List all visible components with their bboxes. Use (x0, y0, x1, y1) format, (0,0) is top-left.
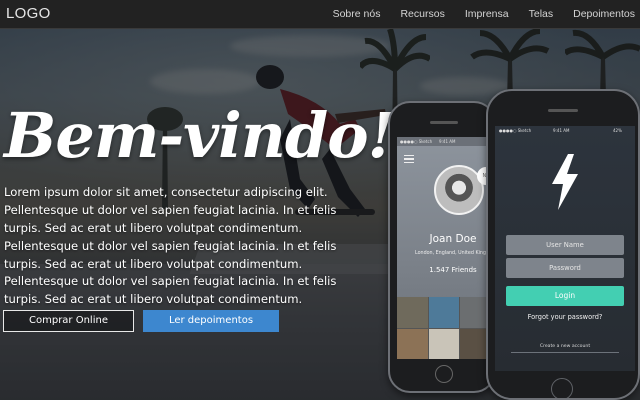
read-testimonials-button[interactable]: Ler depoimentos (143, 310, 279, 332)
create-account-link[interactable]: Create a new account (495, 344, 635, 349)
profile-name: Joan Doe (429, 233, 477, 245)
status-bar: ●●●●○ Sketch 9:41 AM (397, 137, 491, 146)
nav-link-sobre-nos[interactable]: Sobre nós (333, 8, 381, 20)
buy-online-button[interactable]: Comprar Online (3, 310, 134, 332)
login-button[interactable]: Login (506, 286, 624, 306)
nav-link-depoimentos[interactable]: Depoimentos (573, 8, 635, 20)
photo-thumbnail[interactable] (428, 328, 460, 359)
logo[interactable]: LOGO (6, 5, 51, 22)
profile-location: London, England, United Kingdom (415, 251, 491, 256)
photo-thumbnail[interactable] (397, 328, 428, 359)
hero-headline: Bem-vindo! (4, 99, 395, 172)
nav-link-telas[interactable]: Telas (529, 8, 554, 20)
nav-link-imprensa[interactable]: Imprensa (465, 8, 509, 20)
nav-links: Sobre nós Recursos Imprensa Telas Depoim… (313, 8, 635, 20)
hamburger-icon[interactable] (404, 155, 414, 163)
status-bar: ●●●●○ Sketch 9:41 AM 42% (495, 126, 635, 135)
status-time: 9:41 AM (553, 128, 570, 133)
status-time: 9:41 AM (439, 139, 456, 144)
username-field[interactable]: User Name (506, 235, 624, 255)
profile-friends-count: 1.547 Friends (429, 266, 477, 274)
hero-paragraph-1: Lorem ipsum dolor sit amet, consectetur … (4, 185, 337, 271)
phone-mockup-login: ●●●●○ Sketch 9:41 AM 42% User Name Passw… (486, 89, 640, 400)
divider (511, 352, 619, 353)
phone-speaker (430, 121, 458, 124)
status-battery: 42% (613, 128, 622, 133)
photo-thumbnail[interactable] (397, 297, 428, 328)
lightning-bolt-icon (552, 154, 578, 210)
profile-screen: ●●●●○ Sketch 9:41 AM NE Joan Doe London,… (397, 137, 491, 359)
photo-thumbnail[interactable] (428, 297, 460, 328)
home-button (551, 378, 573, 398)
nav-link-recursos[interactable]: Recursos (400, 8, 444, 20)
photo-grid (397, 297, 491, 359)
phone-speaker (548, 109, 578, 112)
forgot-password-link[interactable]: Forgot your password? (495, 313, 635, 321)
password-field[interactable]: Password (506, 258, 624, 278)
status-carrier: ●●●●○ Sketch (400, 139, 433, 144)
home-button (435, 365, 453, 383)
phone-mockup-profile: ●●●●○ Sketch 9:41 AM NE Joan Doe London,… (388, 101, 496, 393)
top-navbar: LOGO Sobre nós Recursos Imprensa Telas D… (0, 0, 640, 29)
hero-paragraph-2: Pellentesque ut dolor vel sapien feugiat… (4, 274, 337, 306)
status-carrier: ●●●●○ Sketch (499, 128, 532, 133)
login-screen: ●●●●○ Sketch 9:41 AM 42% User Name Passw… (495, 126, 635, 371)
